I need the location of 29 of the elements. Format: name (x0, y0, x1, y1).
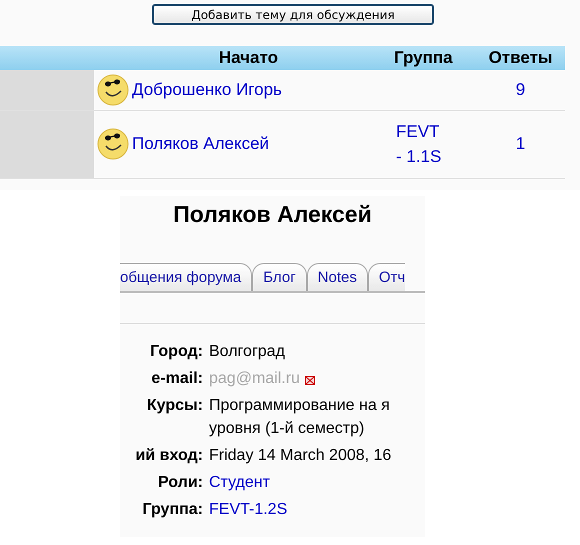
profile-tab[interactable]: Notes (306, 263, 368, 291)
profile-tab[interactable]: Блог (252, 263, 307, 291)
field-label: Роли: (157, 473, 203, 493)
field-value: уровня (1-й семестр) (209, 419, 366, 439)
field-label: ий вход: (134, 446, 203, 466)
add-topic-button[interactable]: Добавить тему для обсуждения (152, 4, 434, 25)
column-header: Начато (218, 48, 278, 67)
profile-tab[interactable]: Отч (368, 263, 406, 291)
smiley-icon (97, 128, 129, 160)
field-label: Город: (149, 342, 203, 362)
replies-count[interactable]: 1 (516, 134, 526, 153)
field-value: Программирование на я (209, 396, 391, 416)
field-label: Курсы: (146, 396, 203, 416)
field-link[interactable]: FEVT-1.2S (209, 501, 288, 518)
profile-name: Поляков Алексей (172, 200, 373, 229)
author-link[interactable]: Поляков Алексей (132, 134, 270, 153)
profile-tab[interactable]: общения форума (120, 263, 252, 291)
field-link[interactable]: Студент (209, 474, 270, 491)
field-label: Группа: (142, 500, 203, 520)
crossed-mail-icon (304, 376, 315, 384)
column-header: Ответы (488, 48, 552, 67)
field-value: Friday 14 March 2008, 16 (209, 446, 392, 466)
smiley-icon (97, 74, 129, 106)
field-label: e-mail: (150, 369, 203, 389)
field-value: Волгоград (209, 342, 286, 362)
replies-count[interactable]: 9 (516, 80, 526, 99)
author-link[interactable]: Доброшенко Игорь (132, 80, 282, 99)
column-header: Группа (394, 48, 453, 67)
group-link[interactable]: FEVT - 1.1S (396, 119, 442, 169)
